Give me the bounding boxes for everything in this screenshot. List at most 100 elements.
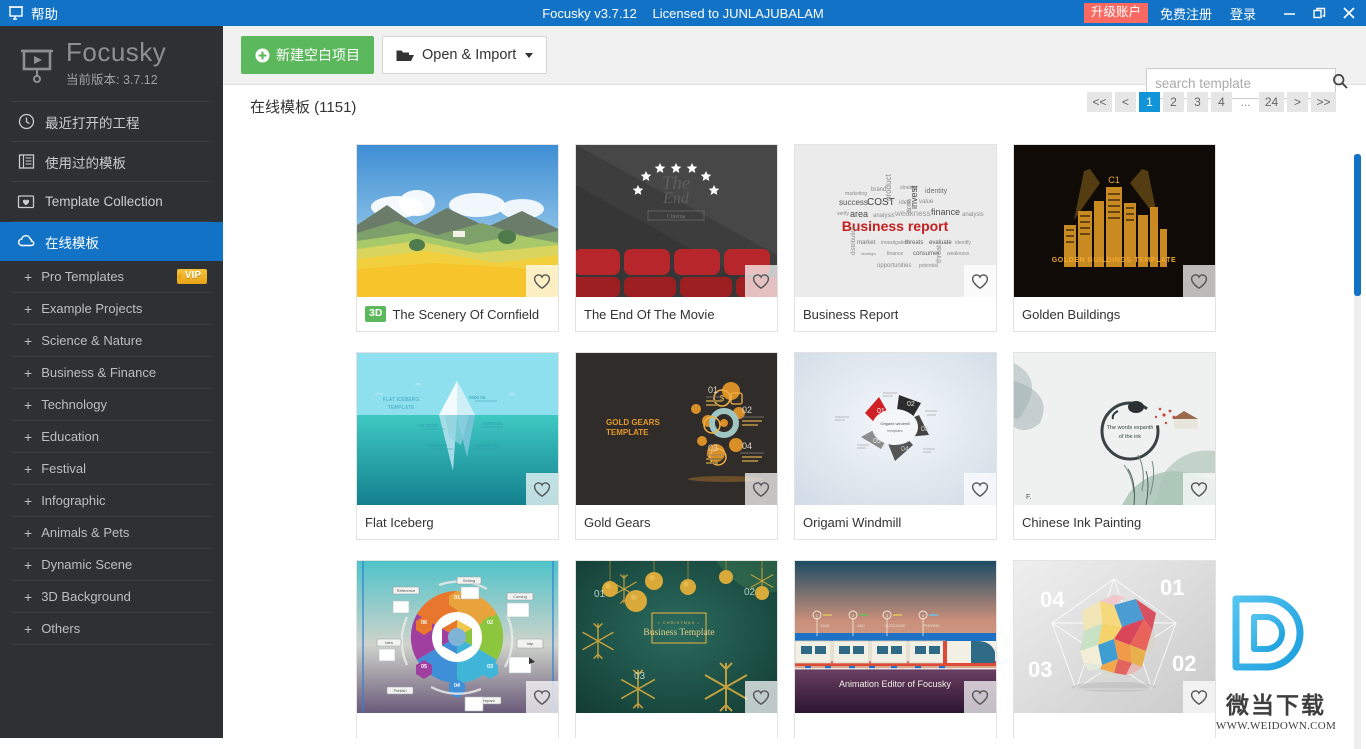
sidebar-category-dynamic-scene[interactable]: + Dynamic Scene (0, 549, 223, 580)
favorite-button[interactable] (526, 681, 558, 713)
sidebar-category-pro-templates[interactable]: + Pro Templates VIP (0, 261, 223, 292)
pagination-page-3[interactable]: 3 (1187, 92, 1208, 112)
template-thumbnail[interactable]: FLAT ICEBERG TEMPLATE 0000 05 00000 04 05… (357, 353, 558, 505)
svg-text:02: 02 (907, 401, 915, 408)
template-card[interactable]: marketing brand strategy identity succes… (794, 144, 997, 332)
template-thumbnail[interactable]: 01 02 03 04 (1014, 561, 1215, 713)
template-card[interactable]: C1 GOLDEN BUILDINGS TEMPLATE Golden Buil… (1013, 144, 1216, 332)
version-label: 当前版本: 3.7.12 (66, 72, 158, 87)
template-thumbnail[interactable]: • CHRISTMAS • Business Template 01 02 03 (576, 561, 777, 713)
minimize-icon[interactable] (1274, 0, 1304, 26)
template-card[interactable]: Origami windmill template 02 03 04 05 01 (794, 352, 997, 540)
pagination-page-2[interactable]: 2 (1163, 92, 1184, 112)
favorite-button[interactable] (526, 473, 558, 505)
sidebar-item-used-templates[interactable]: 使用过的模板 (0, 142, 223, 181)
menu-help[interactable]: 帮助 (31, 3, 58, 23)
template-card[interactable]: 01 02 03 04 05 06 Reference Setting Comi… (356, 560, 559, 738)
template-card[interactable]: 3D The Scenery Of Cornfield (356, 144, 559, 332)
sidebar-category-animals-pets[interactable]: + Animals & Pets (0, 517, 223, 548)
svg-text:04: 04 (454, 683, 461, 689)
sidebar-item-recent-projects[interactable]: 最近打开的工程 (0, 102, 223, 141)
svg-text:template: template (887, 428, 903, 433)
template-thumbnail[interactable]: C1 GOLDEN BUILDINGS TEMPLATE (1014, 145, 1215, 297)
folder-open-icon (396, 48, 414, 63)
svg-text:End: End (662, 190, 690, 207)
heart-outline-icon (752, 481, 770, 497)
svg-text:http: http (527, 641, 534, 646)
sidebar-category-science-nature[interactable]: + Science & Nature (0, 325, 223, 356)
sidebar-category-example-projects[interactable]: + Example Projects (0, 293, 223, 324)
favorite-button[interactable] (526, 265, 558, 297)
favorite-button[interactable] (964, 473, 996, 505)
svg-text:05: 05 (873, 438, 881, 445)
template-thumbnail[interactable]: Origami windmill template 02 03 04 05 01 (795, 353, 996, 505)
free-register-link[interactable]: 免费注册 (1160, 4, 1212, 23)
favorite-button[interactable] (964, 265, 996, 297)
favorite-button[interactable] (964, 681, 996, 713)
template-thumbnail[interactable]: 1234 SAVE ADD CUSTOMIZE PREVIEW Animation E… (795, 561, 996, 713)
svg-text:04: 04 (1040, 587, 1065, 612)
new-blank-project-button[interactable]: 新建空白项目 (241, 36, 374, 74)
pagination-ellipsis: ... (1240, 95, 1251, 109)
focusky-app-icon (8, 5, 24, 21)
sidebar-category-technology[interactable]: + Technology (0, 389, 223, 420)
template-thumbnail[interactable]: GOLD GEARS TEMPLATE $ 01 02 03 04 (576, 353, 777, 505)
upgrade-account-button[interactable]: 升级账户 (1083, 3, 1148, 23)
pagination-prev[interactable]: < (1115, 92, 1136, 112)
favorite-button[interactable] (745, 265, 777, 297)
sidebar-category-others[interactable]: + Others (0, 613, 223, 644)
login-link[interactable]: 登录 (1230, 4, 1256, 23)
pagination-page-1[interactable]: 1 (1139, 92, 1160, 112)
favorite-button[interactable] (1183, 681, 1215, 713)
sidebar-category-festival[interactable]: + Festival (0, 453, 223, 484)
content-header: 在线模板 (1151) << < 1 2 3 4 ... 24 > >> (223, 85, 1366, 128)
svg-text:01: 01 (708, 385, 718, 395)
sidebar-item-template-collection[interactable]: Template Collection (0, 182, 223, 221)
template-card[interactable]: GOLD GEARS TEMPLATE $ 01 02 03 04 Gold G… (575, 352, 778, 540)
template-card[interactable]: 01 02 03 04 (1013, 560, 1216, 738)
sidebar-category-business-finance[interactable]: + Business & Finance (0, 357, 223, 388)
vertical-scrollbar[interactable] (1354, 154, 1361, 749)
template-card[interactable]: The End Cinema The End Of The Movie (575, 144, 778, 332)
clock-icon (16, 112, 36, 132)
open-import-button[interactable]: Open & Import (382, 36, 548, 74)
scrollbar-thumb[interactable] (1354, 154, 1361, 296)
template-thumbnail[interactable]: The End Cinema (576, 145, 777, 297)
template-title: The End Of The Movie (584, 306, 715, 322)
template-card[interactable]: The words expanth of the ink F. Chinese … (1013, 352, 1216, 540)
license-info: Licensed to JUNLAJUBALAM (652, 5, 824, 21)
close-icon[interactable] (1334, 0, 1364, 26)
favorite-button[interactable] (745, 473, 777, 505)
favorite-button[interactable] (745, 681, 777, 713)
template-thumbnail[interactable]: marketing brand strategy identity succes… (795, 145, 996, 297)
sidebar-category-infographic[interactable]: + Infographic (0, 485, 223, 516)
sidebar-item-online-templates[interactable]: 在线模板 (0, 222, 223, 261)
expand-icon: + (24, 268, 33, 285)
pagination-last[interactable]: >> (1311, 92, 1336, 112)
template-card[interactable]: FLAT ICEBERG TEMPLATE 0000 05 00000 04 05… (356, 352, 559, 540)
sidebar-category-3d-background[interactable]: + 3D Background (0, 581, 223, 612)
template-thumbnail[interactable]: 01 02 03 04 05 06 Reference Setting Comi… (357, 561, 558, 713)
pagination-page-4[interactable]: 4 (1211, 92, 1232, 112)
brand-logo: Focusky 当前版本: 3.7.12 (0, 26, 223, 101)
sidebar-category-label: Technology (41, 397, 107, 412)
template-card[interactable]: 1234 SAVE ADD CUSTOMIZE PREVIEW Animation E… (794, 560, 997, 738)
svg-text:threat: threat (936, 245, 943, 263)
pagination-last-page[interactable]: 24 (1259, 92, 1284, 112)
heart-outline-icon (1190, 689, 1208, 705)
heart-outline-icon (533, 689, 551, 705)
template-footer: Gold Gears (576, 505, 777, 539)
favorite-button[interactable] (1183, 473, 1215, 505)
pagination-first[interactable]: << (1087, 92, 1112, 112)
template-thumbnail[interactable] (357, 145, 558, 297)
template-card[interactable]: • CHRISTMAS • Business Template 01 02 03 (575, 560, 778, 738)
template-footer: Flat Iceberg (357, 505, 558, 539)
favorite-button[interactable] (1183, 265, 1215, 297)
sidebar-category-education[interactable]: + Education (0, 421, 223, 452)
restore-icon[interactable] (1304, 0, 1334, 26)
template-thumbnail[interactable]: The words expanth of the ink F. (1014, 353, 1215, 505)
svg-text:PREVIEW: PREVIEW (923, 624, 940, 628)
pagination-next[interactable]: > (1287, 92, 1308, 112)
svg-text:0000000 02: 0000000 02 (475, 443, 499, 448)
template-footer: Business Report (795, 297, 996, 331)
